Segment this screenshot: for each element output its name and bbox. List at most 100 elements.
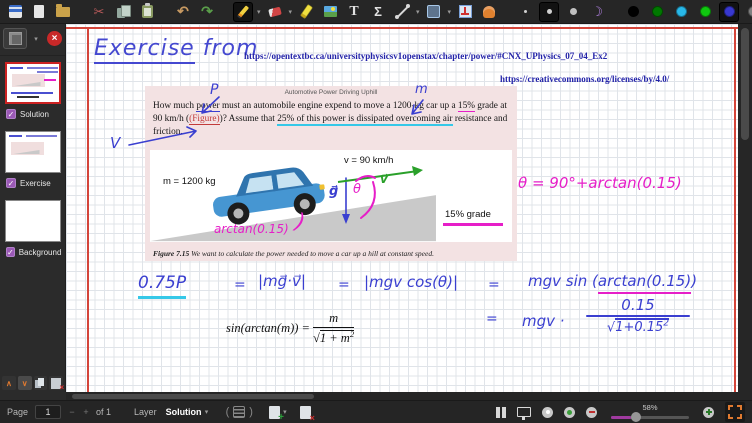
scroll-up-button[interactable]: ∧ xyxy=(2,376,16,390)
presentation-mode-toggle[interactable] xyxy=(517,407,531,417)
pen-tool-button[interactable] xyxy=(233,2,253,22)
gravity-vector-label: g⃗ xyxy=(329,184,338,199)
select-rectangle-button[interactable] xyxy=(424,2,444,22)
layer-select[interactable]: Solution xyxy=(166,407,202,417)
blue-swatch xyxy=(724,6,735,17)
medium-stroke-icon xyxy=(547,9,552,14)
vertical-scrollbar[interactable] xyxy=(738,24,752,392)
color-cyan-button[interactable] xyxy=(671,2,691,22)
math-tex-button[interactable]: Σ xyxy=(368,2,388,22)
open-button[interactable] xyxy=(53,2,73,22)
layer-thumbnail-solution[interactable] xyxy=(5,62,61,104)
exercise-checkbox[interactable]: ✓ xyxy=(6,178,16,188)
fraction-bar xyxy=(313,327,354,328)
hand-tool-button[interactable] xyxy=(479,2,499,22)
zoom-slider[interactable] xyxy=(611,412,689,422)
close-sidebar-button[interactable]: × xyxy=(47,31,62,46)
layer-stack-icon[interactable] xyxy=(233,406,245,418)
eraser-options-chevron-icon[interactable]: ▾ xyxy=(289,8,293,16)
theme-toggle-button[interactable]: ☽ xyxy=(587,2,607,22)
layer-row-solution: ✓ Solution xyxy=(0,107,65,125)
cyan-swatch xyxy=(676,6,687,17)
duplicate-layer-button[interactable] xyxy=(34,376,48,390)
new-document-button[interactable] xyxy=(29,2,49,22)
grade-underline-stroke xyxy=(443,223,503,226)
solution-checkbox[interactable]: ✓ xyxy=(6,109,16,119)
equation1-term2: |mgv cos(θ)| xyxy=(364,273,458,291)
stroke-medium-button[interactable] xyxy=(539,2,559,22)
highlighter-tool-button[interactable] xyxy=(296,2,316,22)
zoom-fit-button[interactable] xyxy=(542,407,553,418)
selection-rect-icon xyxy=(427,5,440,18)
eraser-tool-button[interactable] xyxy=(265,2,285,22)
page-decrement-button[interactable]: − xyxy=(65,407,79,417)
insert-image-button[interactable] xyxy=(320,2,340,22)
color-gray-button[interactable] xyxy=(743,2,752,22)
equals-sign: = xyxy=(234,277,246,293)
pen-options-chevron-icon[interactable]: ▾ xyxy=(257,8,261,16)
pct15-underlined: 15% xyxy=(458,101,475,112)
save-button[interactable] xyxy=(5,2,25,22)
preview-tab-button[interactable] xyxy=(3,28,27,49)
layer-thumbnail-background[interactable] xyxy=(5,200,61,242)
paired-pages-toggle[interactable] xyxy=(496,407,506,418)
layer-chevron-icon[interactable]: ▾ xyxy=(202,408,212,416)
thick-stroke-icon xyxy=(570,8,577,15)
page-count-label: of 1 xyxy=(96,407,111,417)
license-url-link[interactable]: https://creativecommons.org/licenses/by/… xyxy=(500,74,669,84)
equation1-term3: mgv sin (arctan(0.15)) xyxy=(528,272,697,290)
highlighter-icon xyxy=(300,5,312,19)
horizontal-scroll-thumb[interactable] xyxy=(72,394,314,399)
page-number-input[interactable]: 1 xyxy=(35,405,61,419)
zoom-controls: 58% xyxy=(496,402,748,422)
layer-label: Layer xyxy=(134,407,157,417)
zoom-original-button[interactable] xyxy=(564,407,575,418)
prev-layer-icon[interactable]: ( xyxy=(226,406,230,418)
shape-tool-button[interactable] xyxy=(392,2,412,22)
page-increment-button[interactable]: + xyxy=(79,407,93,417)
paste-button[interactable] xyxy=(137,2,157,22)
text-tool-button[interactable]: T xyxy=(344,2,364,22)
scroll-down-button[interactable]: ∨ xyxy=(18,376,32,390)
sidebar-chevron-icon[interactable]: ▾ xyxy=(31,35,41,43)
equals-sign: = xyxy=(488,277,500,293)
horizontal-scrollbar[interactable] xyxy=(66,392,752,400)
preview-icon xyxy=(9,32,22,45)
zoom-out-button[interactable] xyxy=(586,407,597,418)
shape-options-chevron-icon[interactable]: ▾ xyxy=(416,8,420,16)
vertical-space-button[interactable] xyxy=(455,2,475,22)
cut-button[interactable]: ✂ xyxy=(89,2,109,22)
select-options-chevron-icon[interactable]: ▾ xyxy=(448,8,452,16)
delete-page-button[interactable]: × xyxy=(300,406,311,419)
thumbnail-art xyxy=(9,135,22,137)
latex-formula[interactable]: sin(arctan(m)) = m√1 + m2 xyxy=(226,311,354,346)
background-checkbox[interactable]: ✓ xyxy=(6,247,15,257)
next-layer-icon[interactable]: ) xyxy=(249,406,253,418)
color-green-button[interactable] xyxy=(695,2,715,22)
source-url-link[interactable]: https://opentextbc.ca/universityphysicsv… xyxy=(244,51,607,61)
page-canvas[interactable]: Exercise from https://opentextbc.ca/univ… xyxy=(66,24,738,392)
exercise-image[interactable]: Automotive Power Driving Uphill How much… xyxy=(145,86,517,261)
stroke-fine-button[interactable] xyxy=(515,2,535,22)
undo-button[interactable]: ↶ xyxy=(173,2,193,22)
color-black-button[interactable] xyxy=(623,2,643,22)
exercise-title: Automotive Power Driving Uphill xyxy=(145,86,517,96)
vertical-scroll-thumb[interactable] xyxy=(741,28,749,140)
fullscreen-button[interactable] xyxy=(725,402,745,422)
add-page-button[interactable]: + xyxy=(269,406,280,419)
redo-button[interactable]: ↷ xyxy=(197,2,217,22)
delete-layer-button[interactable]: × xyxy=(49,376,63,390)
page-border-top xyxy=(66,27,738,29)
layer-thumbnail-exercise[interactable] xyxy=(5,131,61,173)
zoom-slider-thumb[interactable] xyxy=(631,412,641,422)
color-blue-button[interactable] xyxy=(719,2,739,22)
fine-stroke-icon xyxy=(524,10,527,13)
sidebar-header: ▾ × xyxy=(0,24,65,56)
darkgreen-swatch xyxy=(652,6,663,17)
copy-button[interactable] xyxy=(113,2,133,22)
color-darkgreen-button[interactable] xyxy=(647,2,667,22)
stroke-thick-button[interactable] xyxy=(563,2,583,22)
equation2-lead: mgv · xyxy=(522,312,565,330)
page-delete-icon: × xyxy=(51,378,61,389)
zoom-in-button[interactable] xyxy=(703,407,714,418)
